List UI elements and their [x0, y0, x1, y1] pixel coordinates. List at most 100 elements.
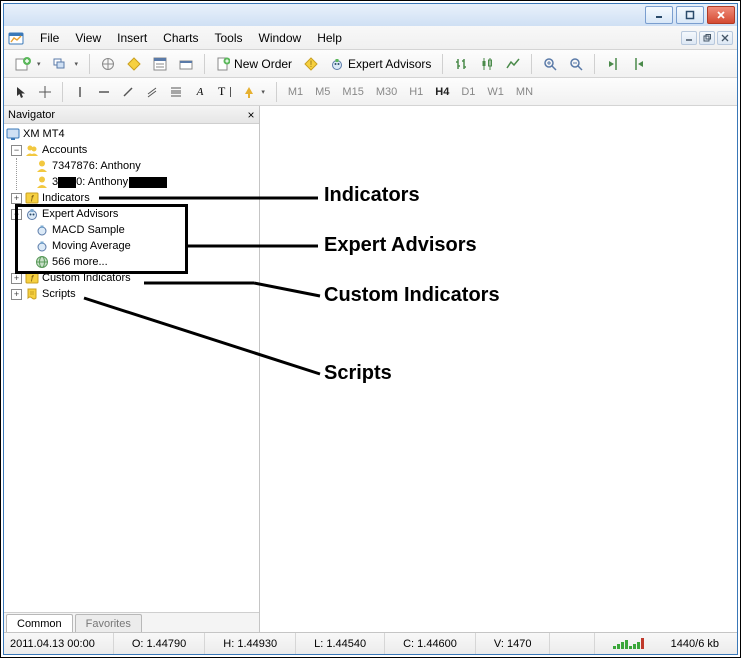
menu-tools[interactable]: Tools — [207, 29, 251, 47]
tab-favorites[interactable]: Favorites — [75, 614, 142, 632]
tree-expert-item[interactable]: MACD Sample — [17, 222, 259, 238]
timeframe-h1[interactable]: H1 — [404, 81, 428, 103]
chart-shift-button[interactable] — [627, 53, 651, 75]
expand-icon[interactable]: + — [11, 273, 22, 284]
expand-icon[interactable]: + — [11, 289, 22, 300]
timeframe-mn[interactable]: MN — [511, 81, 538, 103]
timeframe-m30[interactable]: M30 — [371, 81, 402, 103]
status-low: L: 1.44540 — [296, 633, 385, 654]
accounts-icon — [25, 143, 39, 157]
chart-area[interactable] — [260, 106, 737, 632]
collapse-icon[interactable]: − — [11, 145, 22, 156]
expert-icon — [25, 207, 39, 221]
minimize-button[interactable] — [645, 6, 673, 24]
globe-icon — [35, 255, 49, 269]
collapse-icon[interactable]: − — [11, 209, 22, 220]
expert-item-icon — [35, 239, 49, 253]
terminal-button[interactable] — [174, 53, 198, 75]
user-icon — [35, 159, 49, 173]
menu-window[interactable]: Window — [251, 29, 310, 47]
tree-custom-indicators[interactable]: + f Custom Indicators — [6, 270, 259, 286]
fibonacci-button[interactable] — [165, 81, 187, 103]
tab-common[interactable]: Common — [6, 614, 73, 632]
expert-advisors-button[interactable]: Expert Advisors — [325, 53, 436, 75]
tree-indicators[interactable]: + f Indicators — [6, 190, 259, 206]
tree-account-item[interactable]: 30: Anthony — [17, 174, 259, 190]
menu-view[interactable]: View — [67, 29, 109, 47]
tree-root[interactable]: XM MT4 — [6, 126, 259, 142]
maximize-button[interactable] — [676, 6, 704, 24]
text-label-button[interactable]: T — [213, 81, 236, 103]
profiles-button[interactable]: ▾ — [48, 53, 84, 75]
auto-scroll-button[interactable] — [601, 53, 625, 75]
navigator-tabs: Common Favorites — [4, 612, 259, 632]
zoom-in-button[interactable] — [538, 53, 562, 75]
navigator-tree: XM MT4 − Accounts 7347876: Anthony 30: A… — [4, 124, 259, 612]
trendline-button[interactable] — [117, 81, 139, 103]
svg-text:!: ! — [310, 59, 313, 69]
bar-chart-button[interactable] — [449, 53, 473, 75]
vertical-line-button[interactable] — [69, 81, 91, 103]
custom-indicator-icon: f — [25, 271, 39, 285]
mdi-restore-button[interactable] — [699, 31, 715, 45]
new-order-label: New Order — [234, 57, 292, 71]
close-button[interactable] — [707, 6, 735, 24]
new-order-button[interactable]: New Order — [211, 53, 297, 75]
status-connection: 1440/6 kb — [594, 633, 737, 654]
menu-charts[interactable]: Charts — [155, 29, 206, 47]
tree-expert-advisors[interactable]: − Expert Advisors — [6, 206, 259, 222]
status-datetime: 2011.04.13 00:00 — [4, 633, 114, 654]
expert-item-icon — [35, 223, 49, 237]
status-open: O: 1.44790 — [114, 633, 205, 654]
status-volume: V: 1470 — [476, 633, 551, 654]
cursor-button[interactable] — [10, 81, 32, 103]
menu-bar: File View Insert Charts Tools Window Hel… — [4, 26, 737, 50]
redacted-text — [58, 177, 76, 188]
timeframe-m5[interactable]: M5 — [310, 81, 335, 103]
candle-chart-button[interactable] — [475, 53, 499, 75]
terminal-icon — [6, 127, 20, 141]
status-traffic: 1440/6 kb — [671, 638, 719, 650]
navigator-title: Navigator — [8, 109, 55, 121]
mdi-close-button[interactable] — [717, 31, 733, 45]
menu-help[interactable]: Help — [309, 29, 350, 47]
timeframe-m1[interactable]: M1 — [283, 81, 308, 103]
text-button[interactable]: A — [189, 81, 211, 103]
scripts-icon — [25, 287, 39, 301]
tree-expert-item[interactable]: Moving Average — [17, 238, 259, 254]
status-high: H: 1.44930 — [205, 633, 296, 654]
new-chart-button[interactable]: ▾ — [10, 53, 46, 75]
menu-insert[interactable]: Insert — [109, 29, 155, 47]
tree-more-item[interactable]: 566 more... — [17, 254, 259, 270]
tree-accounts[interactable]: − Accounts — [6, 142, 259, 158]
expand-icon[interactable]: + — [11, 193, 22, 204]
market-watch-button[interactable] — [96, 53, 120, 75]
arrows-button[interactable]: ▾ — [238, 81, 270, 103]
navigator-header: Navigator × — [4, 106, 259, 124]
line-chart-button[interactable] — [501, 53, 525, 75]
horizontal-line-button[interactable] — [93, 81, 115, 103]
timeframe-w1[interactable]: W1 — [482, 81, 509, 103]
redacted-text — [129, 177, 167, 188]
toolbar-line-studies: A T ▾ M1 M5 M15 M30 H1 H4 D1 W1 MN — [4, 78, 737, 106]
connection-bars-icon — [613, 639, 663, 649]
user-icon — [35, 175, 49, 189]
navigator-panel: Navigator × XM MT4 − Accounts 734787 — [4, 106, 260, 632]
data-window-button[interactable] — [122, 53, 146, 75]
mdi-minimize-button[interactable] — [681, 31, 697, 45]
navigator-button[interactable] — [148, 53, 172, 75]
navigator-close-button[interactable]: × — [243, 108, 259, 122]
status-close: C: 1.44600 — [385, 633, 476, 654]
app-icon — [8, 30, 24, 46]
menu-file[interactable]: File — [32, 29, 67, 47]
tree-scripts[interactable]: + Scripts — [6, 286, 259, 302]
channel-button[interactable] — [141, 81, 163, 103]
tree-account-item[interactable]: 7347876: Anthony — [17, 158, 259, 174]
timeframe-h4[interactable]: H4 — [430, 81, 454, 103]
meta-editor-button[interactable]: ! — [299, 53, 323, 75]
zoom-out-button[interactable] — [564, 53, 588, 75]
expert-advisors-label: Expert Advisors — [348, 57, 431, 71]
timeframe-d1[interactable]: D1 — [456, 81, 480, 103]
crosshair-button[interactable] — [34, 81, 56, 103]
timeframe-m15[interactable]: M15 — [337, 81, 368, 103]
